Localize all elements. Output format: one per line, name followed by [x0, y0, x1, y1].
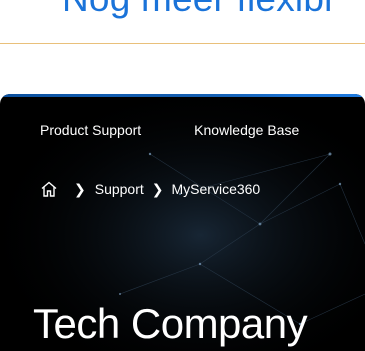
nav-item-product-support[interactable]: Product Support — [40, 122, 141, 138]
support-nav: Product Support Knowledge Base — [40, 122, 299, 138]
home-icon[interactable] — [40, 180, 58, 198]
page-title: Tech Company — [33, 300, 308, 348]
chevron-right-icon: ❯ — [74, 180, 86, 197]
promo-text: Nog meer flexibi — [62, 0, 333, 20]
nav-item-knowledge-base[interactable]: Knowledge Base — [194, 122, 299, 138]
support-hero-panel: Product Support Knowledge Base ❯ Support… — [0, 94, 365, 351]
breadcrumb-item-support[interactable]: Support — [95, 181, 144, 197]
breadcrumb: ❯ Support ❯ MyService360 — [40, 180, 260, 198]
promo-divider — [0, 43, 365, 44]
breadcrumb-item-current: MyService360 — [171, 181, 261, 197]
promo-banner: Nog meer flexibi — [0, 0, 365, 44]
chevron-right-icon: ❯ — [151, 180, 164, 197]
